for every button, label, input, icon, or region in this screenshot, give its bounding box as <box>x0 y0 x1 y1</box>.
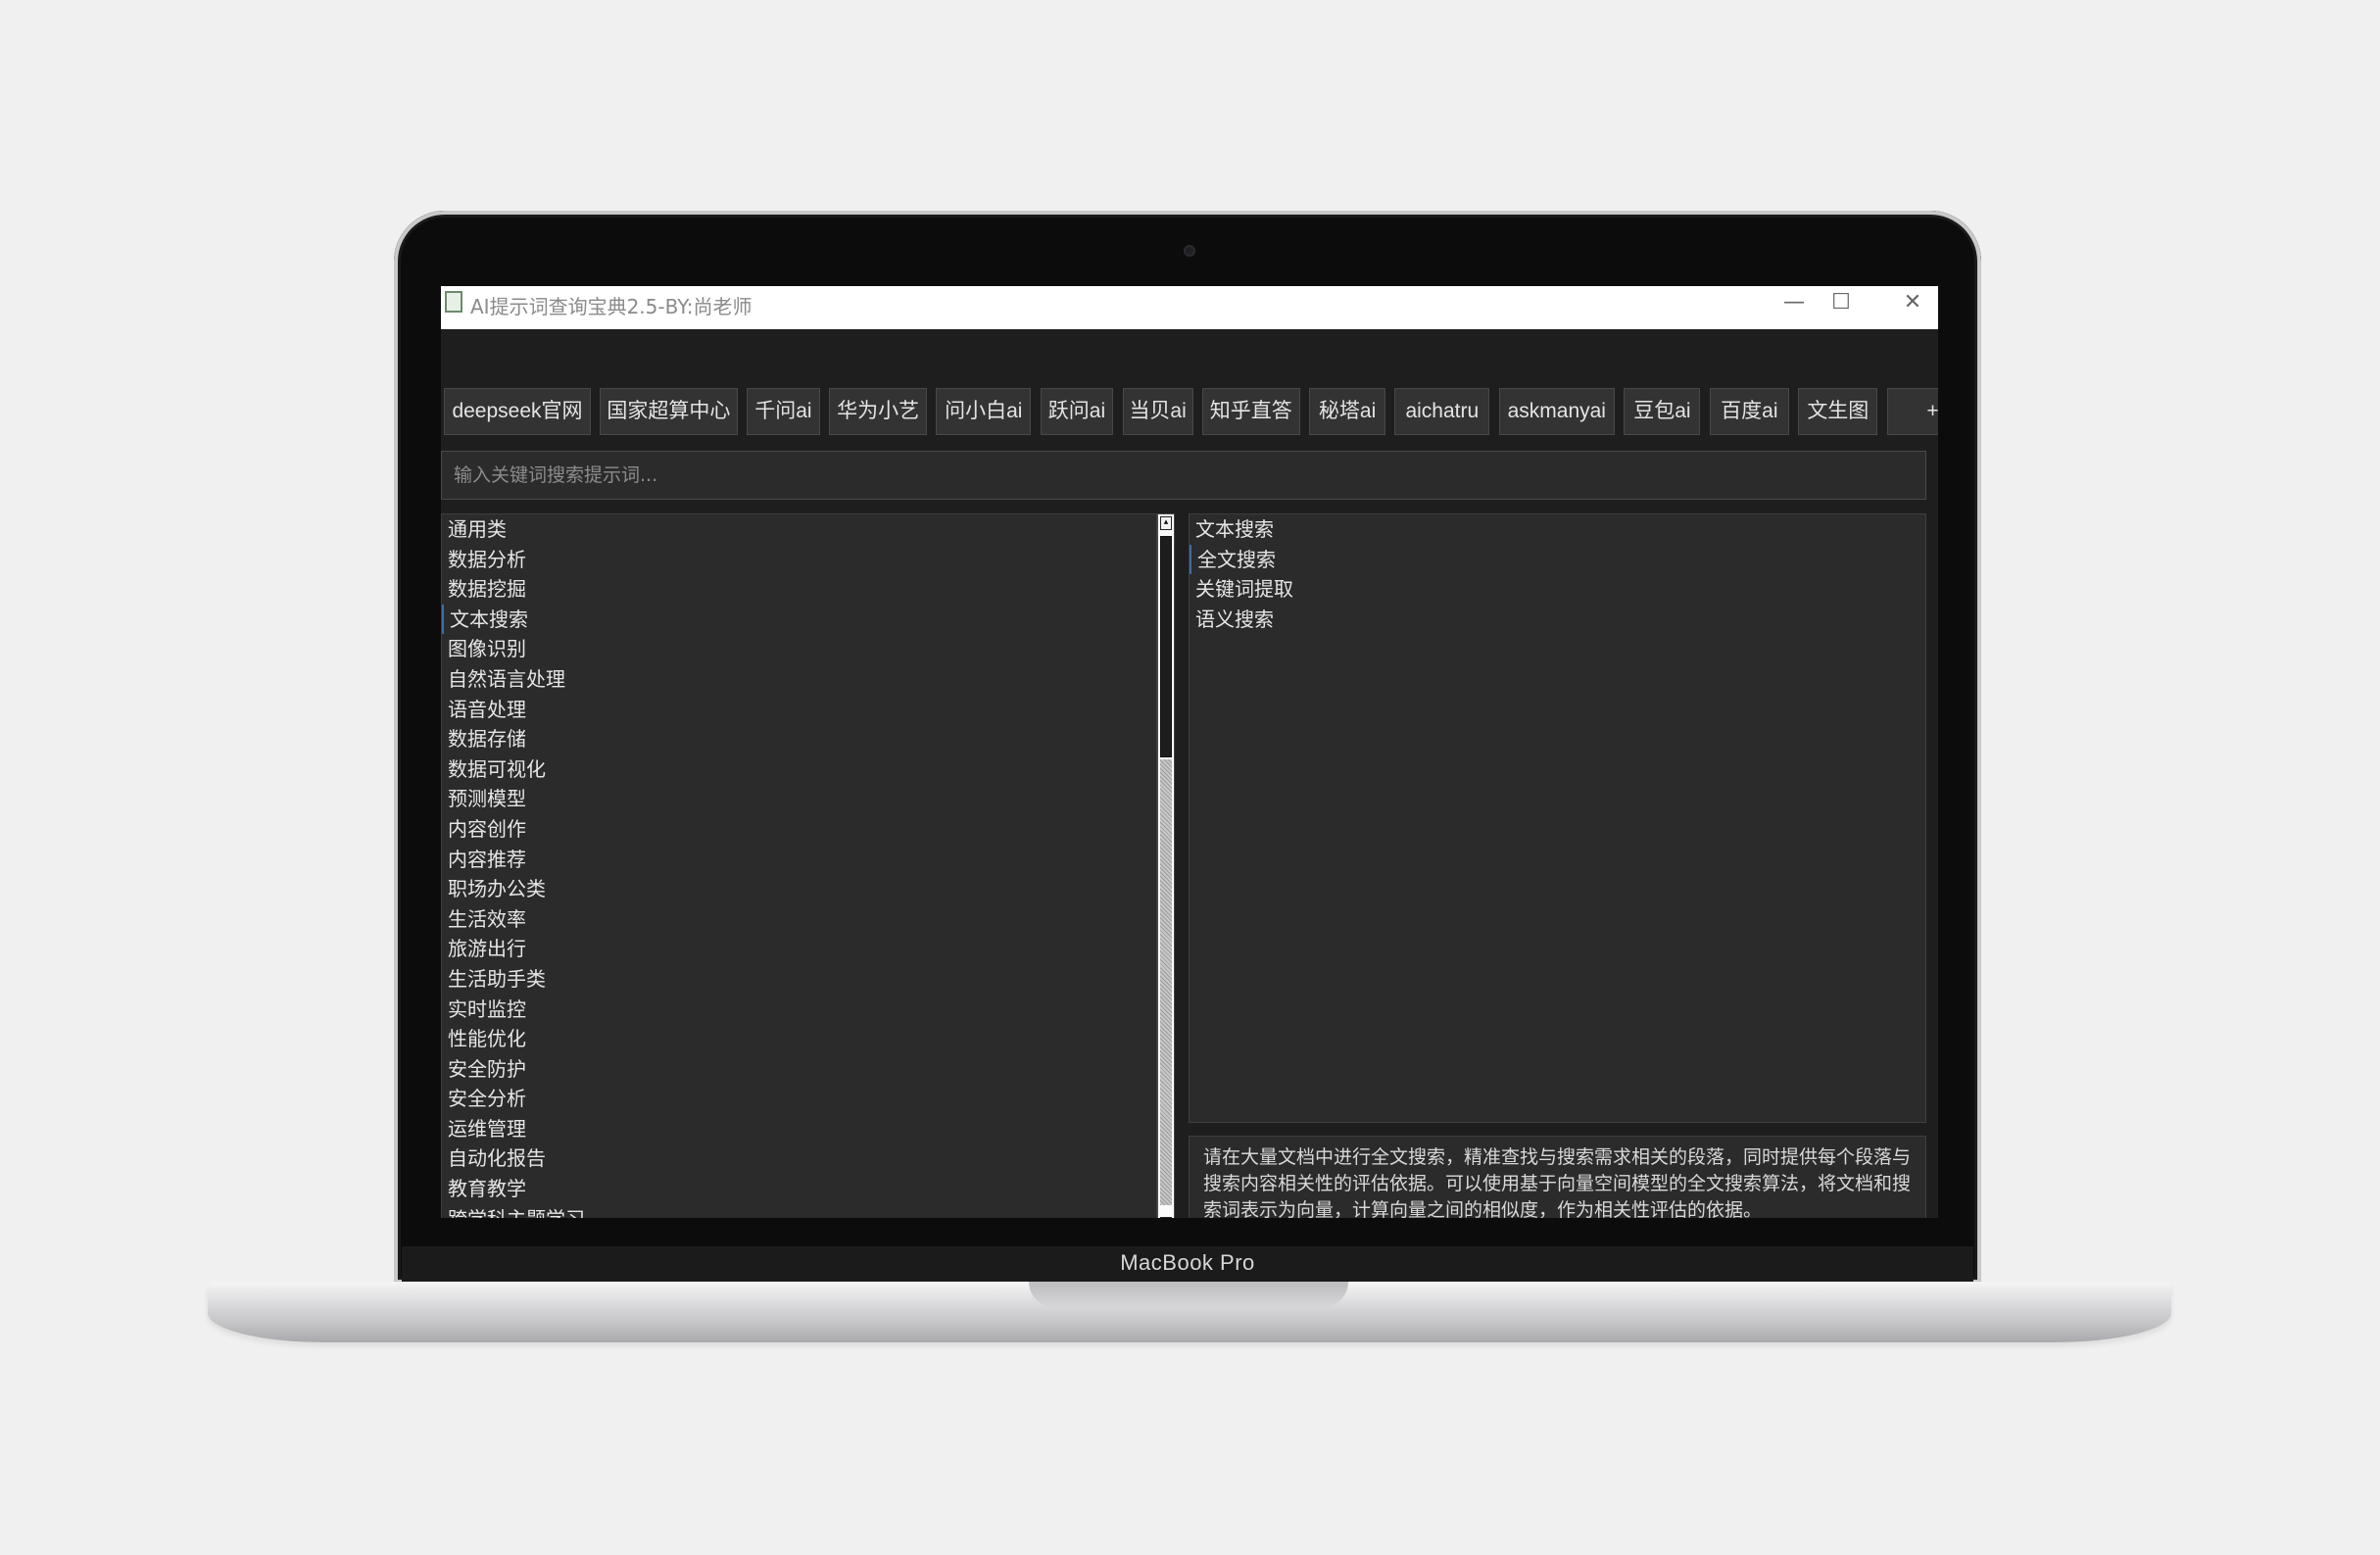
ai-site-button[interactable]: 秘塔ai <box>1309 388 1386 435</box>
ai-site-button[interactable]: 百度ai <box>1709 388 1789 435</box>
category-item[interactable]: 预测模型 <box>442 784 1156 814</box>
subcategory-list[interactable]: 文本搜索 全文搜索 关键词提取 语义搜索 <box>1189 513 1926 1123</box>
search-input[interactable] <box>441 451 1926 500</box>
category-item[interactable]: 运维管理 <box>442 1114 1156 1144</box>
ai-site-button[interactable]: askmanyai <box>1498 388 1616 435</box>
maximize-button[interactable]: ☐ <box>1807 286 1875 319</box>
camera-icon <box>1184 245 1195 257</box>
ai-site-button[interactable]: 千问ai <box>747 388 820 435</box>
category-item[interactable]: 图像识别 <box>442 634 1156 664</box>
category-item[interactable]: 生活效率 <box>442 904 1156 935</box>
window-titlebar: AI提示词查询宝典2.5-BY:尚老师 — ☐ ✕ <box>441 286 1938 329</box>
category-item[interactable]: 自动化报告 <box>442 1143 1156 1174</box>
category-item[interactable]: 安全分析 <box>442 1084 1156 1114</box>
category-item[interactable]: 教育教学 <box>442 1174 1156 1204</box>
ai-site-button[interactable]: deepseek官网 <box>444 388 591 435</box>
scroll-up-icon[interactable]: ▴ <box>1160 516 1172 530</box>
window-title: AI提示词查询宝典2.5-BY:尚老师 <box>470 295 753 318</box>
category-item[interactable]: 文本搜索 <box>442 604 1156 635</box>
category-item[interactable]: 自然语言处理 <box>442 664 1156 695</box>
category-item[interactable]: 跨学科主题学习 <box>442 1204 1156 1218</box>
category-item[interactable]: 实时监控 <box>442 995 1156 1025</box>
category-item[interactable]: 数据挖掘 <box>442 574 1156 605</box>
category-item[interactable]: 数据存储 <box>442 724 1156 754</box>
ai-site-button[interactable]: 豆包ai <box>1624 388 1701 435</box>
category-item[interactable]: 旅游出行 <box>442 934 1156 964</box>
scroll-track[interactable] <box>1160 759 1172 1205</box>
category-item[interactable]: 内容创作 <box>442 814 1156 845</box>
ai-site-button[interactable]: 华为小艺 <box>829 388 928 435</box>
ai-site-button[interactable]: aichatru <box>1394 388 1490 435</box>
subcategory-item[interactable]: 关键词提取 <box>1190 574 1925 605</box>
ai-site-button[interactable]: 国家超算中心 <box>600 388 738 435</box>
laptop-opening-notch <box>1029 1282 1348 1307</box>
scroll-thumb[interactable] <box>1160 536 1172 757</box>
subcategory-item[interactable]: 全文搜索 <box>1190 544 1925 575</box>
subcategory-item[interactable]: 语义搜索 <box>1190 605 1925 635</box>
category-item[interactable]: 内容推荐 <box>442 845 1156 875</box>
category-item[interactable]: 数据分析 <box>442 545 1156 575</box>
category-scrollbar[interactable]: ▴ ▾ <box>1157 513 1175 1218</box>
screen: AI提示词查询宝典2.5-BY:尚老师 — ☐ ✕ deepseek官网 国家超算… <box>441 286 1938 1218</box>
ai-site-toolbar: deepseek官网 国家超算中心 千问ai 华为小艺 问小白ai 跃问ai 当贝ai 知乎直… <box>441 388 1938 435</box>
app-body: deepseek官网 国家超算中心 千问ai 华为小艺 问小白ai 跃问ai 当贝ai 知乎直… <box>441 329 1938 1218</box>
ai-site-button[interactable]: 跃问ai <box>1040 388 1114 435</box>
ai-site-button[interactable]: 问小白ai <box>936 388 1032 435</box>
category-item[interactable]: 通用类 <box>442 514 1156 545</box>
category-list[interactable]: 通用类 数据分析 数据挖掘 文本搜索 图像识别 自然语言处理 语音处理 数据存储 数据可视化 预测… <box>441 513 1157 1218</box>
scroll-down-icon[interactable]: ▾ <box>1160 1217 1172 1218</box>
app-icon <box>445 291 462 313</box>
category-item[interactable]: 生活助手类 <box>442 964 1156 995</box>
prompt-description: 请在大量文档中进行全文搜索，精准查找与搜索需求相关的段落，同时提供每个段落与搜索… <box>1189 1136 1926 1218</box>
ai-site-button[interactable]: 当贝ai <box>1122 388 1193 435</box>
category-item[interactable]: 数据可视化 <box>442 754 1156 785</box>
add-site-button[interactable]: + <box>1886 388 1938 435</box>
category-item[interactable]: 职场办公类 <box>442 874 1156 904</box>
category-item[interactable]: 语音处理 <box>442 695 1156 725</box>
close-button[interactable]: ✕ <box>1878 286 1938 319</box>
subcategory-item[interactable]: 文本搜索 <box>1190 514 1925 545</box>
ai-site-button[interactable]: 文生图 <box>1798 388 1878 435</box>
category-item[interactable]: 性能优化 <box>442 1024 1156 1054</box>
device-brand-label: MacBook Pro <box>1120 1250 1255 1275</box>
ai-site-button[interactable]: 知乎直答 <box>1201 388 1300 435</box>
category-item[interactable]: 安全防护 <box>442 1054 1156 1085</box>
